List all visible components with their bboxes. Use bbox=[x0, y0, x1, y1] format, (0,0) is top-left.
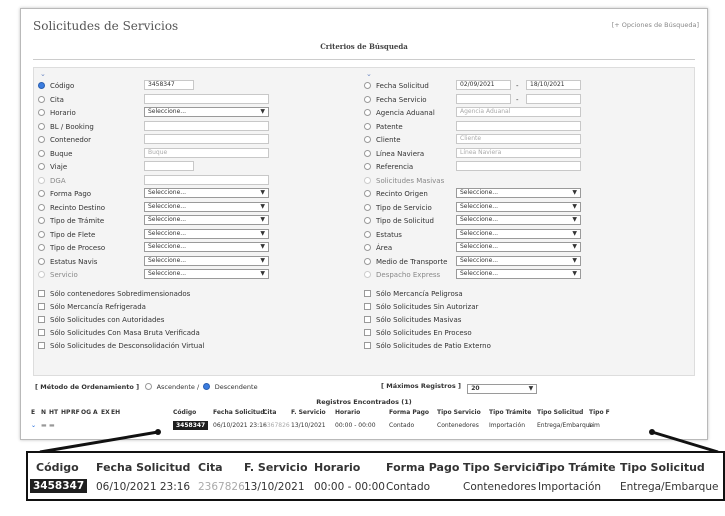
zoom-header-forma-pago: Forma Pago bbox=[386, 461, 460, 474]
zoom-cell-tipo-servicio: Contenedores bbox=[463, 481, 537, 493]
zoom-cell-f-servicio: 13/10/2021 bbox=[244, 481, 305, 493]
zoom-header-horario: Horario bbox=[314, 461, 361, 474]
callout-line-right bbox=[651, 430, 719, 454]
zoom-header-codigo: Código bbox=[36, 461, 79, 474]
zoom-header-f-servicio: F. Servicio bbox=[244, 461, 308, 474]
zoom-callout-connectors bbox=[39, 429, 719, 454]
zoom-cell-horario: 00:00 - 00:00 bbox=[314, 481, 385, 493]
zoom-header-fecha-solicitud: Fecha Solicitud bbox=[96, 461, 191, 474]
zoom-cell-codigo: 3458347 bbox=[30, 479, 88, 493]
callout-dot-left bbox=[155, 429, 161, 435]
zoom-header-cita: Cita bbox=[198, 461, 223, 474]
zoom-cell-tipo-tramite: Importación bbox=[538, 481, 602, 493]
zoom-cell-forma-pago: Contado bbox=[386, 481, 431, 493]
zoom-header-tipo-solicitud: Tipo Solicitud bbox=[620, 461, 705, 474]
zoom-header-tipo-servicio: Tipo Servicio bbox=[463, 461, 544, 474]
zoom-header-tipo-tramite: Tipo Trámite bbox=[538, 461, 616, 474]
zoom-cell-cita: 2367826 bbox=[198, 481, 245, 493]
zoom-cell-tipo-solicitud: Entrega/Embarque bbox=[620, 481, 719, 493]
zoomed-results-callout: Código Fecha Solicitud Cita F. Servicio Hora… bbox=[26, 451, 725, 501]
callout-dot-right bbox=[649, 429, 655, 435]
zoom-cell-fecha-solicitud: 06/10/2021 23:16 bbox=[96, 481, 191, 493]
callout-line-left bbox=[39, 430, 159, 454]
